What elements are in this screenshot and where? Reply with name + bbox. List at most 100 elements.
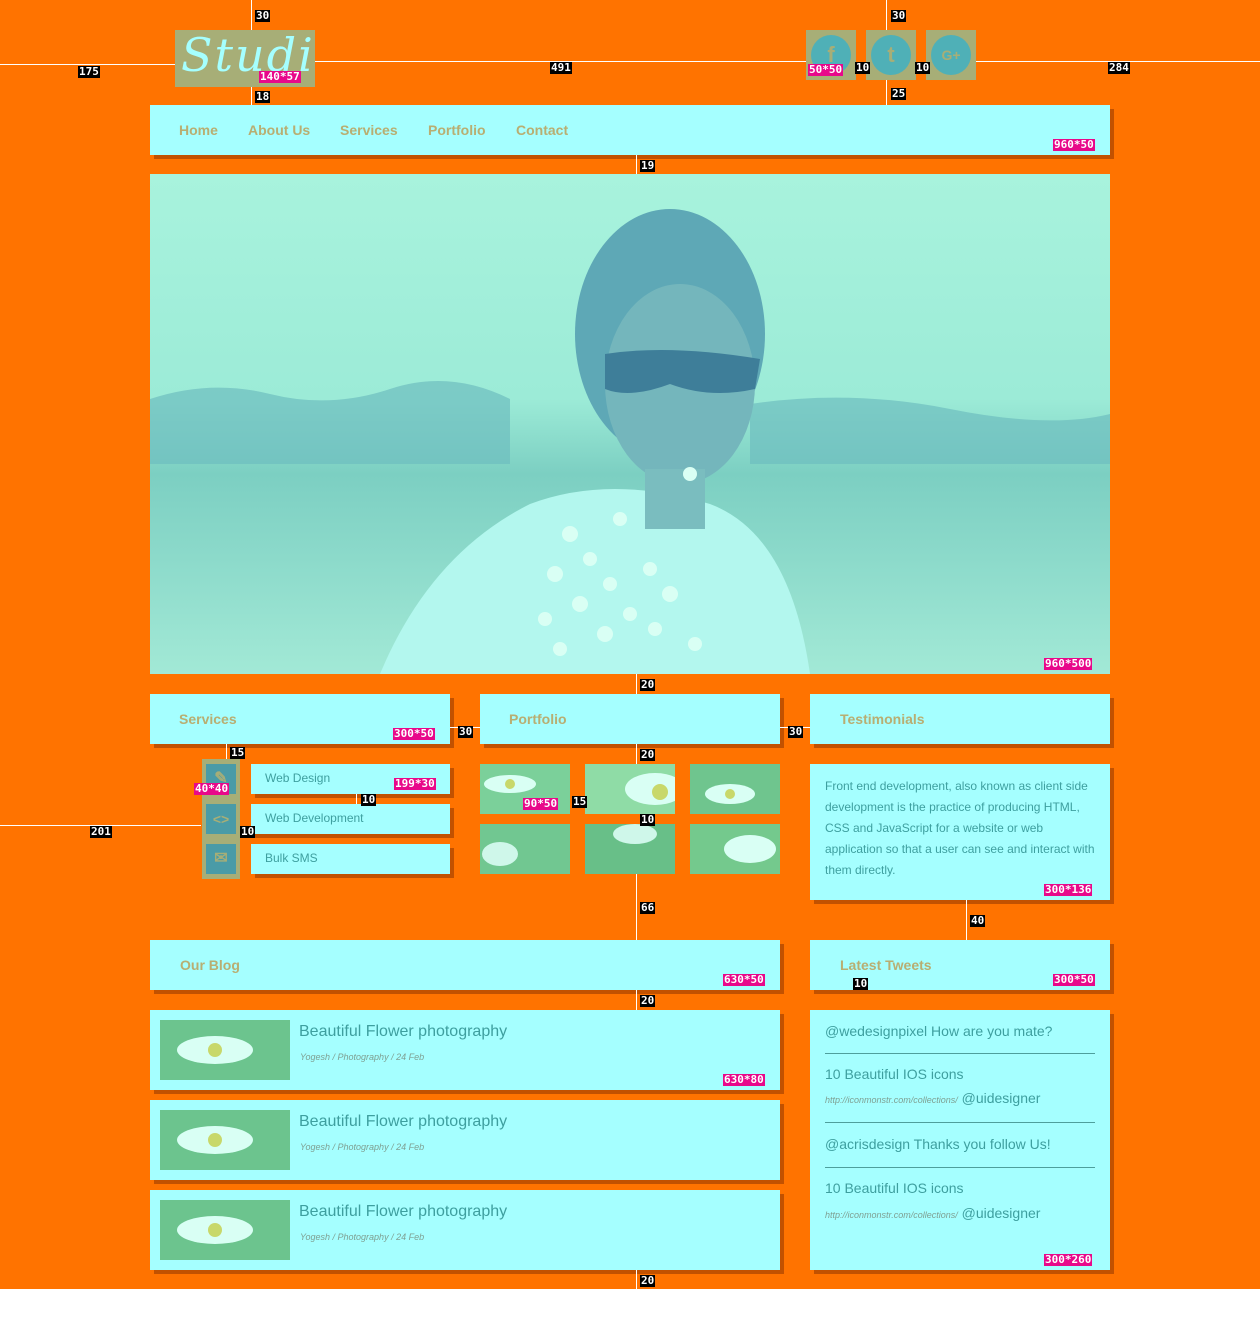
tweet-link-row: http://iconmonstr.com/collections/ @uide… bbox=[825, 1090, 1095, 1106]
measure-label: 491 bbox=[550, 61, 572, 74]
web-development-icon-box: <> bbox=[202, 799, 240, 839]
measure-label: 66 bbox=[640, 901, 656, 914]
measure-label: 15 bbox=[572, 795, 588, 808]
testimonials-header: Testimonials bbox=[810, 694, 1110, 744]
tweet: @wedesignpixel How are you mate? bbox=[825, 1023, 1095, 1039]
measure-label: 20 bbox=[640, 994, 656, 1007]
measure-size: 960*50 bbox=[1053, 138, 1095, 151]
code-icon: <> bbox=[206, 804, 236, 834]
portfolio-title: Portfolio bbox=[509, 711, 567, 727]
tweet-text: 10 Beautiful IOS icons bbox=[825, 1180, 964, 1196]
measure-label: 10 bbox=[855, 61, 871, 74]
measure-label: 30 bbox=[788, 725, 804, 738]
flower-image bbox=[585, 764, 675, 814]
measure-label: 10 bbox=[640, 813, 656, 826]
measure-label: 25 bbox=[891, 87, 907, 100]
measure-size: 199*30 bbox=[394, 777, 436, 790]
measure-size: 90*50 bbox=[523, 797, 559, 810]
measure-label: 40 bbox=[970, 914, 986, 927]
measure-size: 630*80 bbox=[723, 1073, 765, 1086]
tweet-link[interactable]: http://iconmonstr.com/collections/ bbox=[825, 1210, 958, 1220]
tweet-handle[interactable]: @acrisdesign bbox=[825, 1136, 910, 1152]
nav-portfolio[interactable]: Portfolio bbox=[428, 105, 486, 155]
testimonials-title: Testimonials bbox=[840, 711, 925, 727]
nav-contact[interactable]: Contact bbox=[516, 105, 568, 155]
portfolio-thumb[interactable] bbox=[690, 764, 780, 814]
tweet-handle[interactable]: @uidesigner bbox=[962, 1090, 1041, 1106]
tweet-text: 10 Beautiful IOS icons bbox=[825, 1066, 964, 1082]
tweet-divider bbox=[825, 1053, 1095, 1054]
blog-post[interactable]: Beautiful Flower photography Yogesh / Ph… bbox=[150, 1100, 780, 1180]
portfolio-thumb[interactable] bbox=[480, 824, 570, 874]
measure-label: 175 bbox=[78, 65, 100, 78]
tweet-handle[interactable]: @uidesigner bbox=[962, 1205, 1041, 1221]
measure-line bbox=[636, 1270, 637, 1289]
measure-size: 140*57 bbox=[259, 70, 301, 83]
measure-line bbox=[886, 80, 887, 105]
measure-line bbox=[251, 87, 252, 105]
google-plus-button[interactable]: G+ bbox=[926, 30, 976, 80]
blog-post[interactable]: Beautiful Flower photography Yogesh / Ph… bbox=[150, 1010, 780, 1090]
blog-title: Our Blog bbox=[180, 957, 240, 973]
flower-image bbox=[690, 764, 780, 814]
measure-label: 30 bbox=[458, 725, 474, 738]
tweet-handle[interactable]: @wedesignpixel bbox=[825, 1023, 927, 1039]
post-thumbnail bbox=[160, 1020, 290, 1080]
measure-line bbox=[636, 990, 637, 1010]
measure-line bbox=[966, 900, 967, 940]
main-nav: Home About Us Services Portfolio Contact bbox=[150, 105, 1110, 155]
nav-home[interactable]: Home bbox=[179, 105, 218, 155]
post-title[interactable]: Beautiful Flower photography bbox=[299, 1023, 507, 1041]
post-meta: Yogesh / Photography / 24 Feb bbox=[300, 1142, 425, 1152]
portfolio-thumb[interactable] bbox=[585, 824, 675, 874]
tweet-divider bbox=[825, 1167, 1095, 1168]
service-web-development[interactable]: Web Development bbox=[251, 804, 450, 834]
measure-size: 300*50 bbox=[393, 727, 435, 740]
tweet-link-row: http://iconmonstr.com/collections/ @uide… bbox=[825, 1205, 1095, 1221]
measure-size: 300*50 bbox=[1053, 973, 1095, 986]
post-title[interactable]: Beautiful Flower photography bbox=[299, 1113, 507, 1131]
measure-label: 30 bbox=[255, 9, 271, 22]
post-meta: Yogesh / Photography / 24 Feb bbox=[300, 1232, 425, 1242]
measure-size: 40*40 bbox=[194, 782, 230, 795]
nav-services[interactable]: Services bbox=[340, 105, 398, 155]
tweet-text: How are you mate? bbox=[931, 1023, 1053, 1039]
measure-line bbox=[636, 155, 637, 174]
measure-line bbox=[251, 0, 252, 30]
blog-header: Our Blog bbox=[150, 940, 780, 990]
measure-label: 284 bbox=[1108, 61, 1130, 74]
portfolio-thumb[interactable] bbox=[585, 764, 675, 814]
measure-label: 201 bbox=[90, 825, 112, 838]
blog-post[interactable]: Beautiful Flower photography Yogesh / Ph… bbox=[150, 1190, 780, 1270]
testimonial-card: Front end development, also known as cli… bbox=[810, 764, 1110, 900]
testimonial-text: Front end development, also known as cli… bbox=[825, 779, 1095, 877]
nav-about-us[interactable]: About Us bbox=[248, 105, 310, 155]
measure-label: 20 bbox=[640, 1274, 656, 1287]
measure-size: 300*260 bbox=[1044, 1253, 1093, 1266]
hero-illustration bbox=[150, 174, 1110, 674]
post-title[interactable]: Beautiful Flower photography bbox=[299, 1203, 507, 1221]
measure-line bbox=[636, 674, 637, 694]
flower-image bbox=[160, 1200, 290, 1260]
service-bulk-sms[interactable]: Bulk SMS bbox=[251, 844, 450, 874]
tweets-box: @wedesignpixel How are you mate? 10 Beau… bbox=[810, 1010, 1110, 1270]
measure-line bbox=[226, 744, 227, 759]
measure-line bbox=[356, 794, 357, 804]
services-title: Services bbox=[179, 711, 237, 727]
measure-label: 18 bbox=[255, 90, 271, 103]
portfolio-header: Portfolio bbox=[480, 694, 780, 744]
measure-label: 20 bbox=[640, 748, 656, 761]
post-meta: Yogesh / Photography / 24 Feb bbox=[300, 1052, 425, 1062]
portfolio-thumb[interactable] bbox=[690, 824, 780, 874]
measure-size: 300*136 bbox=[1044, 883, 1093, 896]
tweet-divider bbox=[825, 1122, 1095, 1123]
flower-image bbox=[160, 1020, 290, 1080]
twitter-icon: t bbox=[871, 35, 911, 75]
flower-image bbox=[690, 824, 780, 874]
tweets-title: Latest Tweets bbox=[840, 957, 932, 973]
measure-label: 30 bbox=[891, 9, 907, 22]
measure-line bbox=[636, 874, 637, 940]
tweet-link[interactable]: http://iconmonstr.com/collections/ bbox=[825, 1095, 958, 1105]
twitter-button[interactable]: t bbox=[866, 30, 916, 80]
post-thumbnail bbox=[160, 1110, 290, 1170]
